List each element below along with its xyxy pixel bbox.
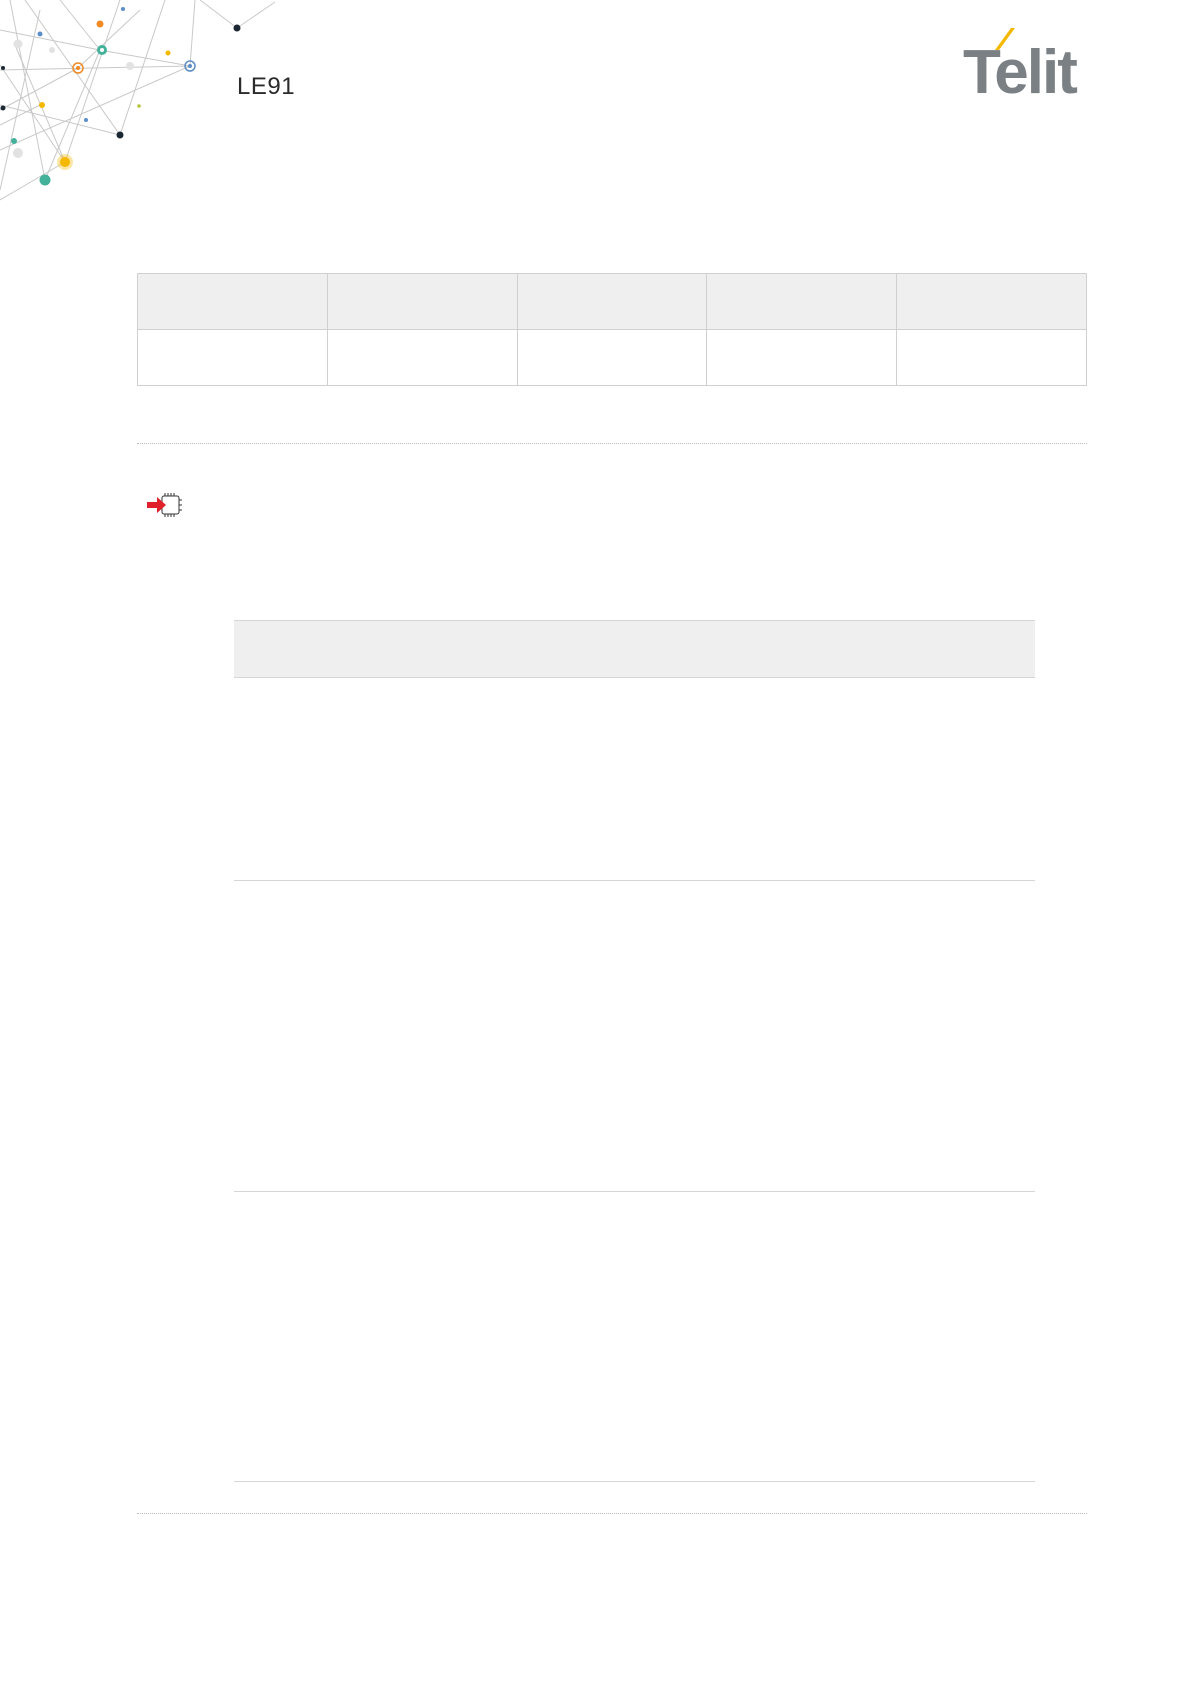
table-header-row xyxy=(234,620,1035,678)
table-header-cell xyxy=(137,273,328,330)
telit-logo: Telit xyxy=(963,28,1087,108)
table-header-cell xyxy=(516,273,708,330)
table-cell xyxy=(137,329,328,386)
table-header-row xyxy=(137,273,1087,330)
table-cell xyxy=(896,329,1087,386)
parameter-table xyxy=(234,620,1035,1482)
section-divider-bottom xyxy=(137,1513,1087,1514)
table-row xyxy=(137,329,1087,386)
table-cell xyxy=(516,329,708,386)
summary-table xyxy=(137,273,1087,386)
table-row xyxy=(234,1192,1035,1482)
network-decoration xyxy=(0,0,276,201)
logo-text: Telit xyxy=(963,38,1078,107)
product-name: LE91 xyxy=(237,73,296,100)
table-cell xyxy=(326,329,518,386)
table-row xyxy=(234,678,1035,881)
table-header-cell xyxy=(706,273,898,330)
table-header-cell xyxy=(326,273,518,330)
section-divider xyxy=(137,443,1087,444)
chip-arrow-icon xyxy=(147,493,182,517)
table-header-cell xyxy=(896,273,1087,330)
table-cell xyxy=(706,329,898,386)
table-row xyxy=(234,881,1035,1192)
